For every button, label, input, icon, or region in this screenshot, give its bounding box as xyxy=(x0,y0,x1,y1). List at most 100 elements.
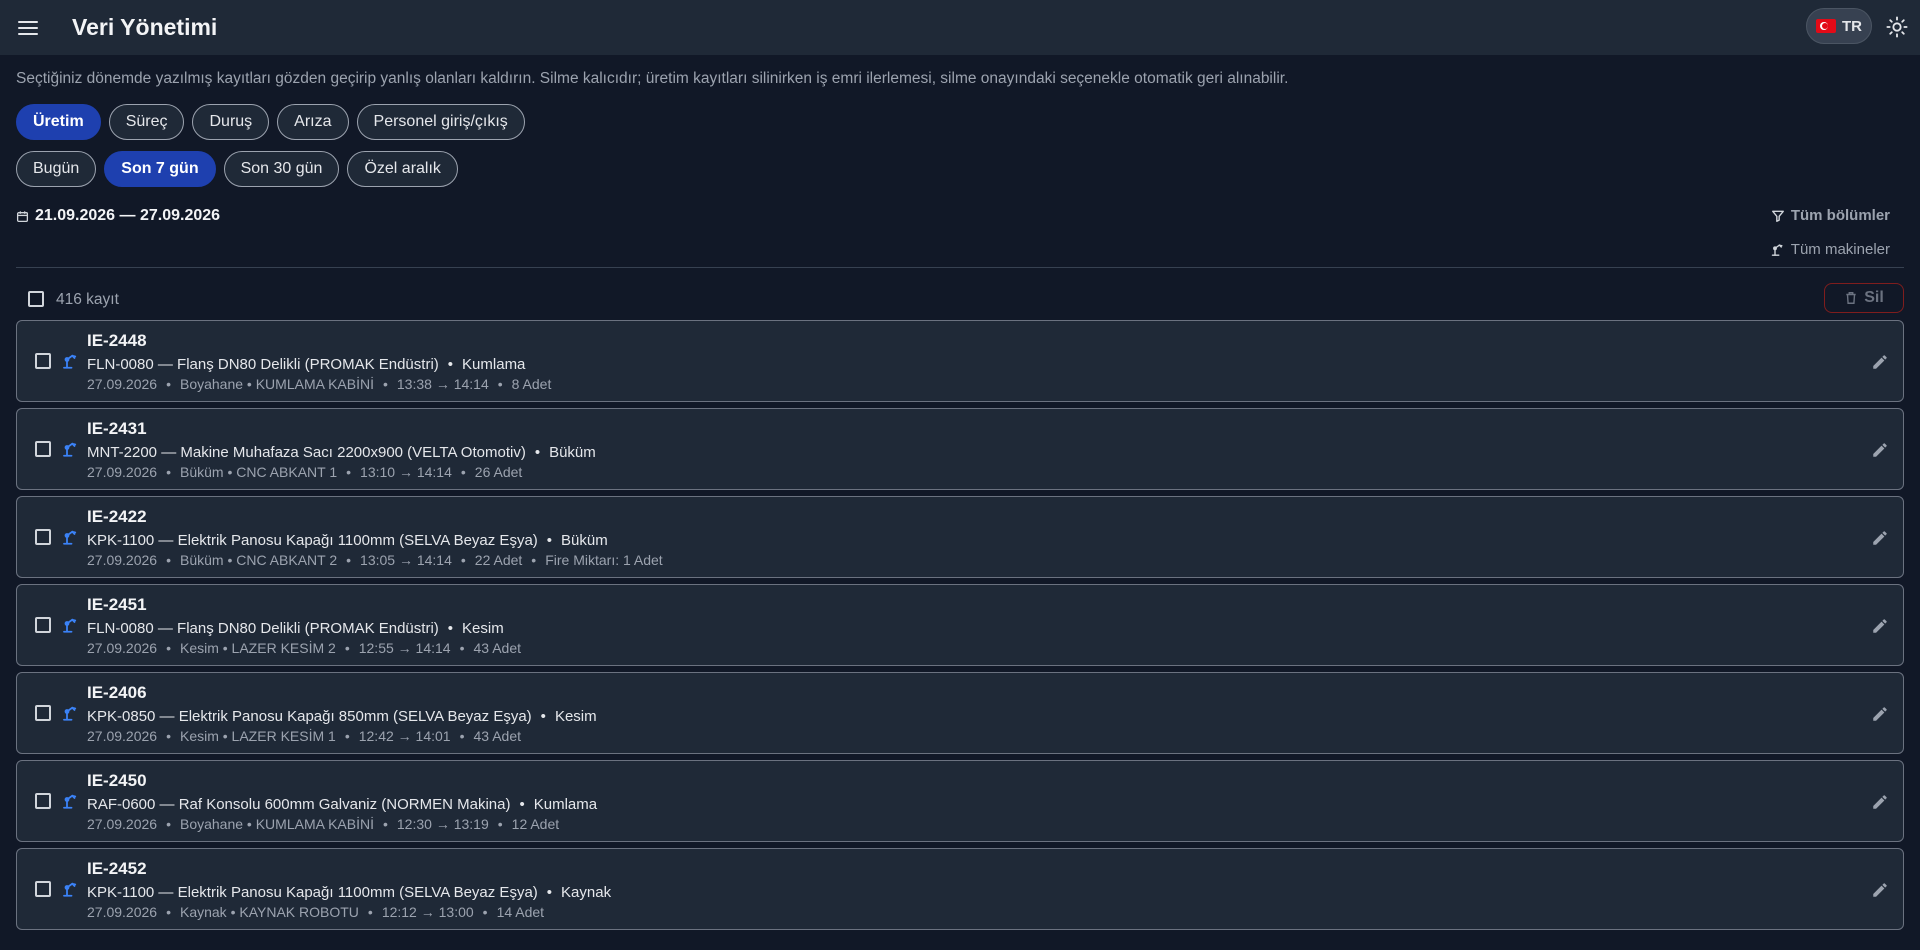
pencil-icon[interactable] xyxy=(1871,705,1889,723)
robot-arm-icon xyxy=(63,794,77,809)
record-product-line: FLN-0080 — Flanş DN80 Delikli (PROMAK En… xyxy=(87,356,526,373)
record-meta-line: 27.09.2026 • Büküm • CNC ABKANT 2 • 13:05 → … xyxy=(87,552,663,568)
date-filter-row: 21.09.2026 — 27.09.2026 Tüm bölümler Tüm… xyxy=(16,205,1904,258)
record-card[interactable]: IE-2448 FLN-0080 — Flanş DN80 Delikli (PR… xyxy=(16,320,1904,402)
record-date: 27.09.2026 xyxy=(87,816,158,832)
pencil-icon[interactable] xyxy=(1871,617,1889,635)
date-range-text: 21.09.2026 — 27.09.2026 xyxy=(35,207,221,224)
date-range: 21.09.2026 — 27.09.2026 xyxy=(16,207,220,225)
record-quantity: 14 Adet xyxy=(496,904,545,920)
record-meta-line: 27.09.2026 • Kesim • LAZER KESİM 2 • 12:55 →… xyxy=(87,640,521,656)
robot-arm-icon xyxy=(1771,244,1783,256)
record-date: 27.09.2026 xyxy=(87,376,158,392)
record-checkbox[interactable] xyxy=(35,705,51,721)
sun-icon[interactable] xyxy=(1886,16,1908,38)
record-product-line: KPK-0850 — Elektrik Panosu Kapağı 850mm … xyxy=(87,708,597,725)
pencil-icon[interactable] xyxy=(1871,881,1889,899)
record-id: IE-2406 xyxy=(87,683,147,702)
robot-arm-icon xyxy=(63,354,77,369)
record-date: 27.09.2026 xyxy=(87,552,158,568)
record-quantity: 12 Adet xyxy=(511,816,560,832)
record-checkbox[interactable] xyxy=(35,617,51,633)
record-date: 27.09.2026 xyxy=(87,904,158,920)
record-time: 12:55 → 14:14 xyxy=(358,640,451,656)
record-location: Kaynak • KAYNAK ROBOTU xyxy=(179,904,359,920)
record-quantity: 22 Adet xyxy=(474,552,523,568)
page-title: Veri Yönetimi xyxy=(72,14,218,40)
record-process: Büküm xyxy=(549,444,596,461)
machines-filter-label: Tüm makineler xyxy=(1790,241,1890,258)
record-id: IE-2448 xyxy=(87,331,147,350)
robot-arm-icon xyxy=(63,530,77,545)
record-product: KPK-0850 — Elektrik Panosu Kapağı 850mm … xyxy=(87,708,532,725)
type-tab-0[interactable]: Üretim xyxy=(16,104,101,140)
range-tab-1[interactable]: Son 7 gün xyxy=(104,151,216,187)
record-checkbox[interactable] xyxy=(35,441,51,457)
type-tab-3[interactable]: Arıza xyxy=(277,104,349,140)
main-content: Seçtiğiniz dönemde yazılmış kayıtları gö… xyxy=(0,70,1920,930)
type-tab-2[interactable]: Duruş xyxy=(192,104,270,140)
record-count: 416 kayıt xyxy=(56,291,119,308)
select-all-checkbox[interactable] xyxy=(28,291,44,307)
record-scrap: Fire Miktarı: 1 Adet xyxy=(545,552,663,568)
record-id: IE-2452 xyxy=(87,859,147,878)
record-checkbox[interactable] xyxy=(35,793,51,809)
sections-filter-label: Tüm bölümler xyxy=(1790,207,1890,224)
menu-icon[interactable] xyxy=(14,14,42,42)
record-location: Boyahane • KUMLAMA KABİNİ xyxy=(179,816,374,832)
record-product: RAF-0600 — Raf Konsolu 600mm Galvaniz (N… xyxy=(87,796,511,813)
record-time: 12:12 → 13:00 xyxy=(381,904,474,920)
record-product-line: KPK-1100 — Elektrik Panosu Kapağı 1100mm… xyxy=(87,532,608,549)
record-location: Büküm • CNC ABKANT 2 xyxy=(179,552,338,568)
record-quantity: 26 Adet xyxy=(474,464,523,480)
record-location: Kesim • LAZER KESİM 1 xyxy=(179,728,336,744)
trash-icon xyxy=(1846,292,1856,304)
record-product: FLN-0080 — Flanş DN80 Delikli (PROMAK En… xyxy=(87,620,439,637)
record-location: Kesim • LAZER KESİM 2 xyxy=(179,640,336,656)
record-location: Boyahane • KUMLAMA KABİNİ xyxy=(179,376,374,392)
record-time: 13:10 → 14:14 xyxy=(360,464,452,480)
calendar-icon xyxy=(16,210,29,222)
record-card[interactable]: IE-2422 KPK-1100 — Elektrik Panosu Kapağı… xyxy=(16,496,1904,578)
record-process: Kesim xyxy=(554,708,597,725)
delete-button-label: Sil xyxy=(1864,289,1884,306)
record-card[interactable]: IE-2406 KPK-0850 — Elektrik Panosu Kapağı… xyxy=(16,672,1904,754)
pencil-icon[interactable] xyxy=(1871,529,1889,547)
record-process: Büküm xyxy=(561,532,608,549)
record-product-line: KPK-1100 — Elektrik Panosu Kapağı 1100mm… xyxy=(87,884,612,901)
record-card[interactable]: IE-2452 KPK-1100 — Elektrik Panosu Kapağı… xyxy=(16,848,1904,930)
record-list: IE-2448 FLN-0080 — Flanş DN80 Delikli (PR… xyxy=(16,320,1904,930)
type-tab-1[interactable]: Süreç xyxy=(108,104,185,140)
record-id: IE-2451 xyxy=(87,595,147,614)
range-tab-3[interactable]: Özel aralık xyxy=(347,151,458,187)
record-card[interactable]: IE-2450 RAF-0600 — Raf Konsolu 600mm Galv… xyxy=(16,760,1904,842)
turkey-flag-icon xyxy=(1816,19,1836,33)
record-card[interactable]: IE-2451 FLN-0080 — Flanş DN80 Delikli (PR… xyxy=(16,584,1904,666)
record-process: Kumlama xyxy=(533,796,598,813)
robot-arm-icon xyxy=(63,442,77,457)
record-time: 13:38 → 14:14 xyxy=(396,376,489,392)
machines-filter[interactable]: Tüm makineler xyxy=(1770,241,1890,258)
language-button[interactable]: TR xyxy=(1806,8,1872,44)
record-product: MNT-2200 — Makine Muhafaza Sacı 2200x900… xyxy=(87,444,526,461)
record-checkbox[interactable] xyxy=(35,353,51,369)
pencil-icon[interactable] xyxy=(1871,353,1889,371)
pencil-icon[interactable] xyxy=(1871,441,1889,459)
record-meta-line: 27.09.2026 • Kesim • LAZER KESİM 1 • 12:42 →… xyxy=(87,728,521,744)
record-quantity: 43 Adet xyxy=(473,728,522,744)
type-tab-4[interactable]: Personel giriş/çıkış xyxy=(356,104,525,140)
list-header: 416 kayıt Sil xyxy=(16,280,1904,320)
top-app-bar: Veri Yönetimi TR xyxy=(0,0,1920,55)
record-date: 27.09.2026 xyxy=(87,464,158,480)
date-range-tabs: Bugün Son 7 gün Son 30 gün Özel aralık xyxy=(16,151,1904,187)
range-tab-0[interactable]: Bugün xyxy=(16,151,97,187)
record-checkbox[interactable] xyxy=(35,881,51,897)
pencil-icon[interactable] xyxy=(1871,793,1889,811)
filter-icon xyxy=(1771,210,1784,222)
sections-filter[interactable]: Tüm bölümler xyxy=(1771,207,1890,224)
record-checkbox[interactable] xyxy=(35,529,51,545)
record-product-line: RAF-0600 — Raf Konsolu 600mm Galvaniz (N… xyxy=(87,796,598,813)
delete-button[interactable]: Sil xyxy=(1824,283,1904,313)
range-tab-2[interactable]: Son 30 gün xyxy=(223,151,340,187)
record-card[interactable]: IE-2431 MNT-2200 — Makine Muhafaza Sacı 2… xyxy=(16,408,1904,490)
